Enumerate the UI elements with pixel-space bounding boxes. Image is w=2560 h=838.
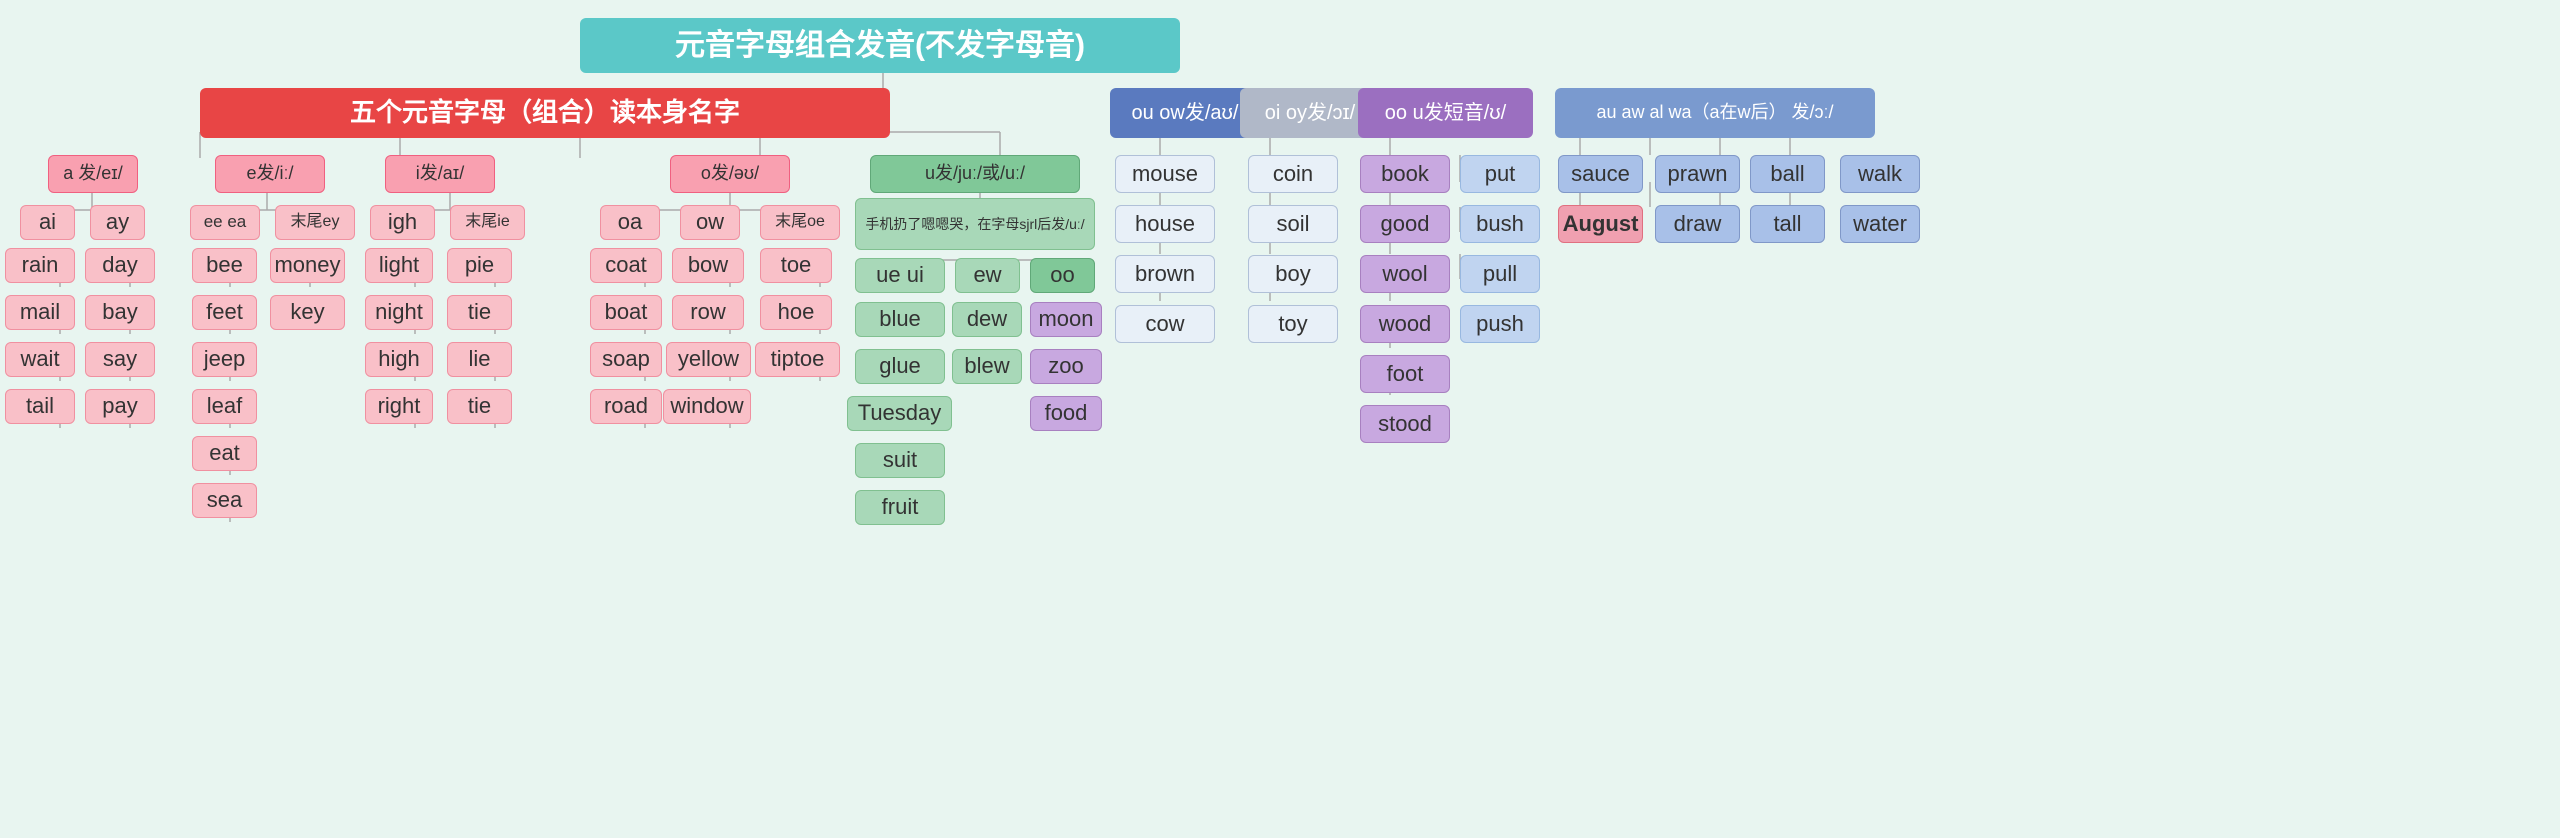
igh-label: igh xyxy=(370,205,435,240)
food: food xyxy=(1030,396,1102,431)
ue-ui-label: ue ui xyxy=(855,258,945,293)
fruit: fruit xyxy=(855,490,945,525)
feet: feet xyxy=(192,295,257,330)
tie1: tie xyxy=(447,295,512,330)
brown: brown xyxy=(1115,255,1215,293)
hoe: hoe xyxy=(760,295,832,330)
ie-label: 末尾ie xyxy=(450,205,525,240)
chart-container: 元音字母组合发音(不发字母音) 五个元音字母（组合）读本身名字 a 发/eɪ/ … xyxy=(0,0,2560,838)
rain: rain xyxy=(5,248,75,283)
water: water xyxy=(1840,205,1920,243)
toe: toe xyxy=(760,248,832,283)
day: day xyxy=(85,248,155,283)
a-group-label: a 发/eɪ/ xyxy=(48,155,138,193)
eat: eat xyxy=(192,436,257,471)
window: window xyxy=(663,389,751,424)
jeep: jeep xyxy=(192,342,257,377)
row: row xyxy=(672,295,744,330)
cow: cow xyxy=(1115,305,1215,343)
walk: walk xyxy=(1840,155,1920,193)
zoo: zoo xyxy=(1030,349,1102,384)
blue: blue xyxy=(855,302,945,337)
u-group-label: u发/juː/或/uː/ xyxy=(870,155,1080,193)
bow: bow xyxy=(672,248,744,283)
toy: toy xyxy=(1248,305,1338,343)
o-group-label: o发/əʊ/ xyxy=(670,155,790,193)
wool: wool xyxy=(1360,255,1450,293)
prawn: prawn xyxy=(1655,155,1740,193)
say: say xyxy=(85,342,155,377)
bush: bush xyxy=(1460,205,1540,243)
house: house xyxy=(1115,205,1215,243)
bee: bee xyxy=(192,248,257,283)
pay: pay xyxy=(85,389,155,424)
sea: sea xyxy=(192,483,257,518)
ew-label: ew xyxy=(955,258,1020,293)
mouse: mouse xyxy=(1115,155,1215,193)
tall: tall xyxy=(1750,205,1825,243)
bay: bay xyxy=(85,295,155,330)
pull: pull xyxy=(1460,255,1540,293)
tie2: tie xyxy=(447,389,512,424)
soap: soap xyxy=(590,342,662,377)
yellow: yellow xyxy=(666,342,751,377)
boat: boat xyxy=(590,295,662,330)
tail: tail xyxy=(5,389,75,424)
ee-ea-label: ee ea xyxy=(190,205,260,240)
book: book xyxy=(1360,155,1450,193)
draw: draw xyxy=(1655,205,1740,243)
ai-label: ai xyxy=(20,205,75,240)
night: night xyxy=(365,295,433,330)
push: push xyxy=(1460,305,1540,343)
coat: coat xyxy=(590,248,662,283)
stood: stood xyxy=(1360,405,1450,443)
leaf: leaf xyxy=(192,389,257,424)
ay-label: ay xyxy=(90,205,145,240)
moon: moon xyxy=(1030,302,1102,337)
oa-label: oa xyxy=(600,205,660,240)
tuesday: Tuesday xyxy=(847,396,952,431)
wood: wood xyxy=(1360,305,1450,343)
oo-u-short-header: oo u发短音/ʊ/ xyxy=(1358,88,1533,138)
mowey-ey-label: 末尾ey xyxy=(275,205,355,240)
boy: boy xyxy=(1248,255,1338,293)
money: money xyxy=(270,248,345,283)
road: road xyxy=(590,389,662,424)
good: good xyxy=(1360,205,1450,243)
dew: dew xyxy=(952,302,1022,337)
ou-ow-header: ou ow发/aʊ/ xyxy=(1110,88,1260,138)
right: right xyxy=(365,389,433,424)
i-group-label: i发/aɪ/ xyxy=(385,155,495,193)
key: key xyxy=(270,295,345,330)
lie: lie xyxy=(447,342,512,377)
red-header: 五个元音字母（组合）读本身名字 xyxy=(200,88,890,138)
put: put xyxy=(1460,155,1540,193)
coin: coin xyxy=(1248,155,1338,193)
e-group-label: e发/iː/ xyxy=(215,155,325,193)
mail: mail xyxy=(5,295,75,330)
foot: foot xyxy=(1360,355,1450,393)
glue: glue xyxy=(855,349,945,384)
u-note: 手机扔了嗯嗯哭，在字母sjrl后发/uː/ xyxy=(855,198,1095,250)
ball: ball xyxy=(1750,155,1825,193)
pie: pie xyxy=(447,248,512,283)
light: light xyxy=(365,248,433,283)
oo-label: oo xyxy=(1030,258,1095,293)
blew: blew xyxy=(952,349,1022,384)
high: high xyxy=(365,342,433,377)
main-title: 元音字母组合发音(不发字母音) xyxy=(580,18,1180,73)
au-aw-header: au aw al wa（a在w后） 发/ɔː/ xyxy=(1555,88,1875,138)
tiptoe: tiptoe xyxy=(755,342,840,377)
ow-label: ow xyxy=(680,205,740,240)
suit: suit xyxy=(855,443,945,478)
sauce: sauce xyxy=(1558,155,1643,193)
august: August xyxy=(1558,205,1643,243)
oe-label: 末尾oe xyxy=(760,205,840,240)
wait: wait xyxy=(5,342,75,377)
soil: soil xyxy=(1248,205,1338,243)
